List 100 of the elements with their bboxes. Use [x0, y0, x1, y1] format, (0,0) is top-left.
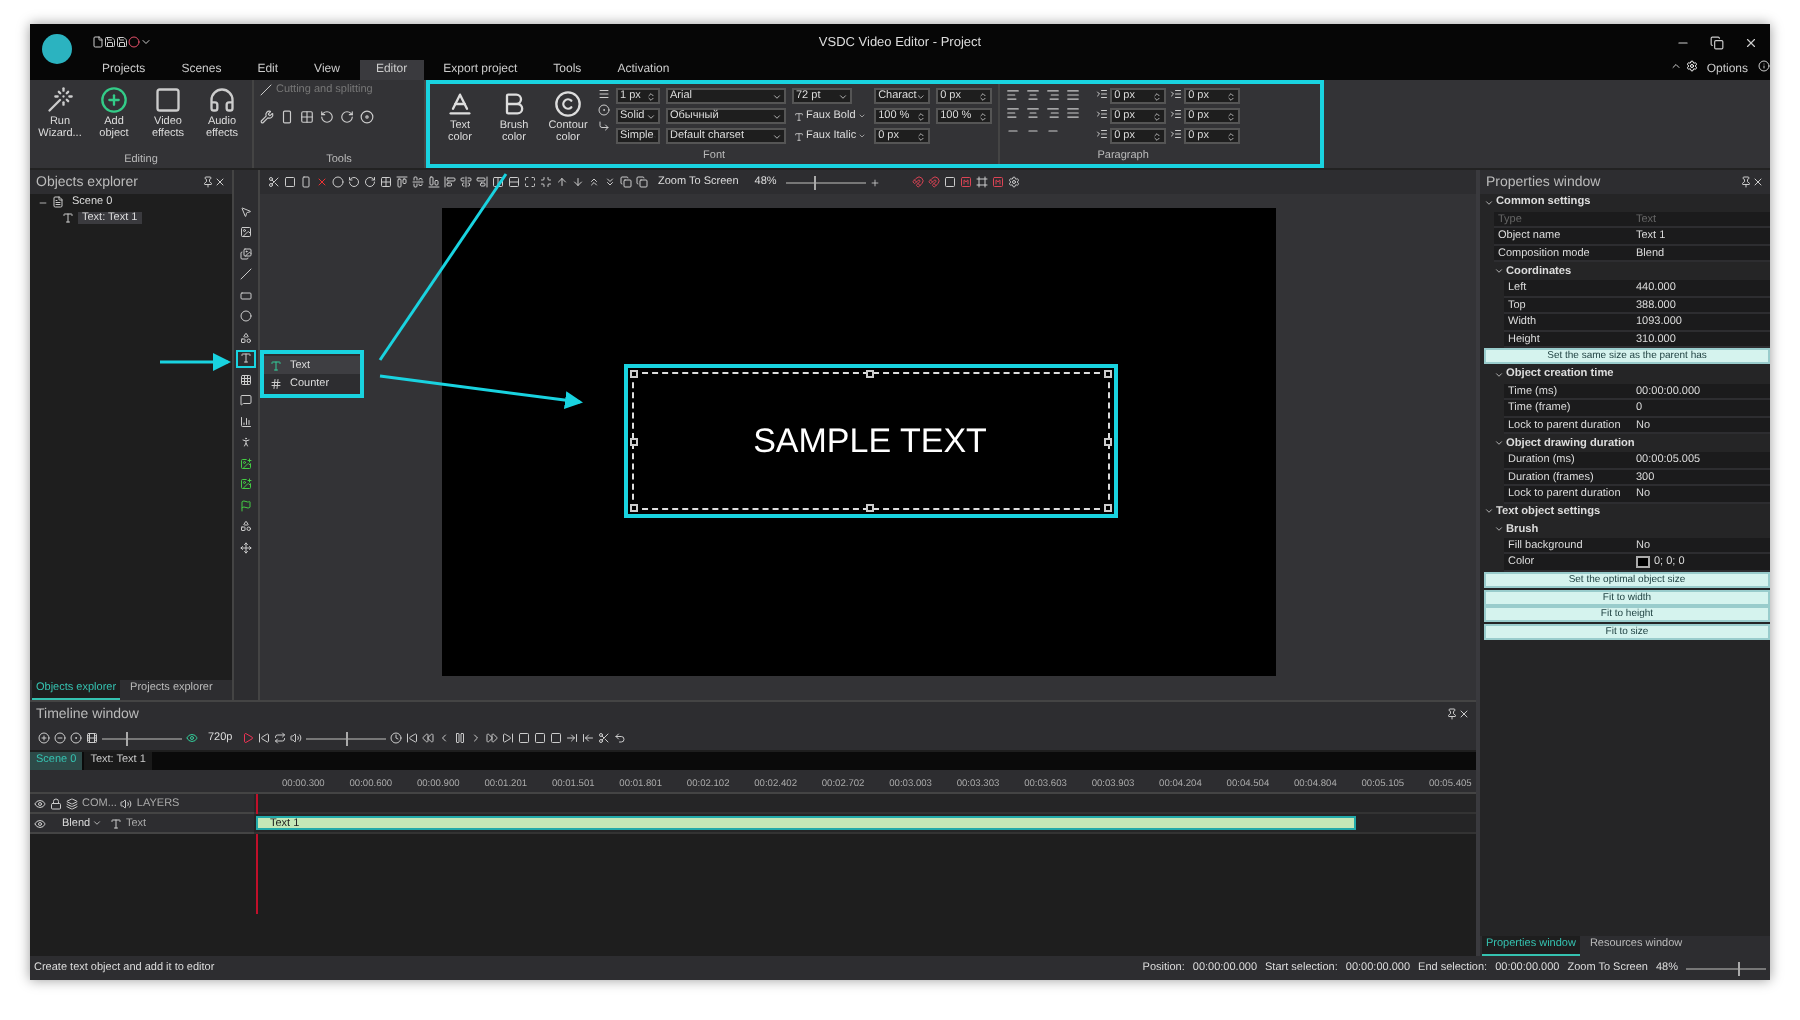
close-icon[interactable] — [1752, 176, 1764, 188]
close-icon[interactable] — [1744, 35, 1758, 49]
info-icon[interactable] — [1758, 60, 1770, 72]
spinner-icon[interactable] — [646, 91, 656, 101]
pointer-icon[interactable] — [240, 205, 252, 217]
text-object-frame[interactable]: SAMPLE TEXT — [623, 364, 1117, 518]
skip-icon[interactable] — [258, 732, 271, 744]
square-icon[interactable] — [944, 176, 957, 188]
rectangle-icon[interactable] — [240, 289, 252, 301]
spinner-icon[interactable] — [1152, 131, 1163, 141]
speaker-icon[interactable] — [120, 797, 133, 809]
text-icon[interactable] — [240, 352, 252, 364]
expander-icon[interactable] — [38, 197, 48, 207]
square-icon[interactable] — [534, 732, 547, 744]
step-forward-icon[interactable] — [470, 732, 483, 744]
layers-icon[interactable] — [66, 797, 78, 809]
settings-icon[interactable] — [1008, 176, 1021, 188]
line-width-icon[interactable] — [598, 88, 610, 100]
magnet-icon[interactable] — [912, 176, 925, 188]
rotate-icon[interactable] — [320, 110, 334, 124]
circle-icon[interactable] — [70, 732, 82, 744]
snap-icon[interactable] — [992, 176, 1005, 188]
square-icon[interactable] — [550, 732, 563, 744]
line-icon[interactable] — [240, 268, 252, 280]
arrow-up-icon[interactable] — [556, 176, 568, 188]
move-icon[interactable] — [240, 541, 252, 553]
pause-icon[interactable] — [454, 732, 467, 744]
circle-icon[interactable] — [332, 176, 344, 188]
rotate-icon[interactable] — [340, 110, 354, 124]
scissors-icon[interactable] — [268, 176, 280, 188]
skip-forward-icon[interactable] — [502, 732, 515, 744]
distribute-icon[interactable] — [492, 176, 504, 188]
shapes-icon[interactable] — [240, 331, 252, 343]
app-logo[interactable] — [42, 33, 72, 63]
align-icon[interactable] — [1066, 88, 1081, 102]
layers-icon[interactable] — [636, 176, 648, 188]
caret-icon[interactable] — [838, 91, 848, 101]
record-icon[interactable] — [128, 36, 140, 48]
flag-icon[interactable] — [240, 499, 252, 511]
save-icon[interactable] — [104, 36, 116, 48]
restore-icon[interactable] — [1710, 35, 1724, 49]
pin-icon[interactable] — [1446, 708, 1458, 720]
close-icon[interactable] — [214, 176, 226, 188]
close-icon[interactable] — [1458, 708, 1470, 720]
indent-icon[interactable] — [1096, 108, 1109, 120]
line-style-icon[interactable] — [598, 104, 610, 116]
spinner-icon[interactable] — [916, 131, 927, 141]
eye-icon[interactable] — [186, 732, 198, 744]
speaker-icon[interactable] — [290, 732, 303, 744]
film-icon[interactable] — [86, 732, 98, 744]
shapes-icon[interactable] — [240, 520, 252, 532]
file-icon[interactable] — [92, 36, 104, 48]
align-icon[interactable] — [1006, 88, 1021, 102]
skip-back-icon[interactable] — [406, 732, 419, 744]
image-icon[interactable] — [240, 226, 252, 238]
image-icon[interactable] — [240, 478, 252, 490]
disc-icon[interactable] — [360, 110, 374, 124]
arrow-down-icon[interactable] — [572, 176, 584, 188]
speech-bubble-icon[interactable] — [240, 394, 252, 406]
ellipse-icon[interactable] — [240, 310, 252, 322]
rewind-icon[interactable] — [422, 732, 435, 744]
align-icon[interactable] — [1026, 88, 1041, 102]
align-icon[interactable] — [476, 176, 488, 188]
eye-icon[interactable] — [34, 797, 46, 809]
text-icon[interactable] — [794, 111, 804, 121]
spinner-icon[interactable] — [1226, 131, 1237, 141]
images-icon[interactable] — [240, 247, 252, 259]
grid-icon[interactable] — [300, 110, 314, 124]
image-icon[interactable] — [240, 457, 252, 469]
text-icon[interactable] — [794, 131, 804, 141]
grid-icon[interactable] — [380, 176, 392, 188]
layers-icon[interactable] — [620, 176, 632, 188]
distribute-icon[interactable] — [508, 176, 520, 188]
marker-icon[interactable] — [582, 732, 595, 744]
spinner-icon[interactable] — [1152, 111, 1163, 121]
chevrons-up-icon[interactable] — [588, 176, 600, 188]
indent-icon[interactable] — [1170, 108, 1183, 120]
align-icon[interactable] — [1066, 106, 1081, 120]
align-icon[interactable] — [1046, 106, 1061, 120]
align-icon[interactable] — [428, 176, 440, 188]
text-tool-button[interactable] — [236, 349, 256, 367]
wrench-icon[interactable] — [260, 110, 274, 124]
collapse-icon[interactable] — [1670, 60, 1683, 72]
chart-icon[interactable] — [240, 415, 252, 427]
align-icon[interactable] — [444, 176, 456, 188]
plus-icon[interactable] — [870, 177, 881, 187]
redo-icon[interactable] — [364, 176, 376, 188]
spinner-icon[interactable] — [978, 91, 989, 101]
caret-icon[interactable] — [140, 36, 152, 48]
spinner-icon[interactable] — [1226, 91, 1237, 101]
align-icon[interactable] — [460, 176, 472, 188]
chevrons-down-icon[interactable] — [604, 176, 616, 188]
eye-icon[interactable] — [34, 817, 46, 829]
scissors-icon[interactable] — [598, 732, 611, 744]
text-icon[interactable] — [110, 817, 122, 829]
frame-icon[interactable] — [976, 176, 989, 188]
marker-icon[interactable] — [566, 732, 579, 744]
step-back-icon[interactable] — [438, 732, 451, 744]
align-icon[interactable] — [1006, 106, 1021, 120]
pin-icon[interactable] — [1740, 176, 1752, 188]
